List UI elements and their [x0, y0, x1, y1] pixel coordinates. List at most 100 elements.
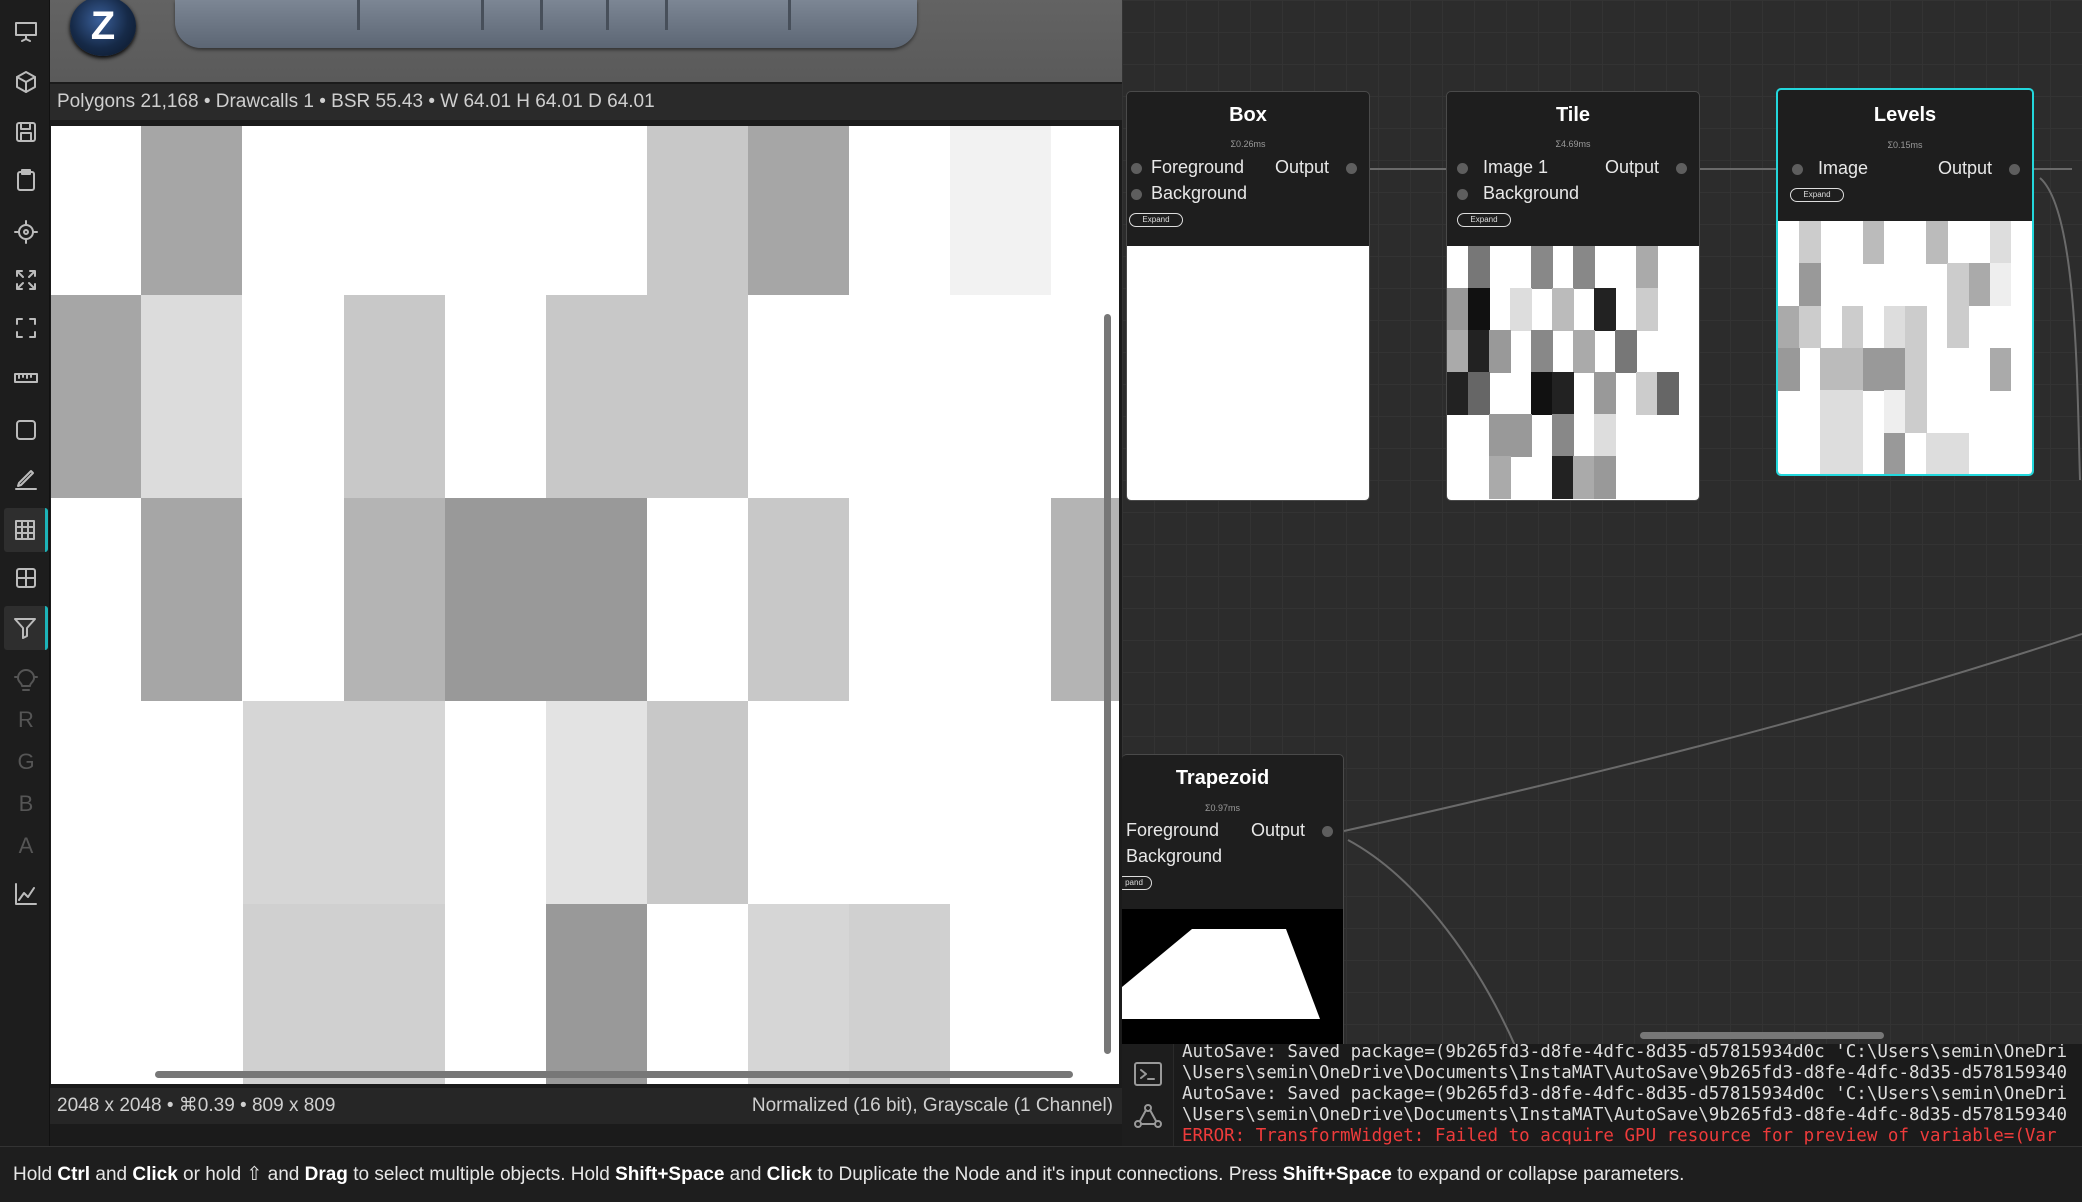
- texture-preview[interactable]: [51, 126, 1119, 1084]
- preview-cell: [1883, 348, 1906, 391]
- mesh-info-bar: Polygons 21,168 • Drawcalls 1 • BSR 55.4…: [50, 84, 1122, 120]
- preview-cell: [1799, 305, 1821, 349]
- connection-trapezoid-right: [1343, 633, 2082, 832]
- texture-horizontal-scrollbar[interactable]: [155, 1071, 1073, 1078]
- pen-tool-button[interactable]: [4, 456, 48, 500]
- preview-cell: [1947, 432, 1969, 474]
- texture-cell: [849, 904, 950, 1084]
- save-tool-button[interactable]: [4, 110, 48, 154]
- node-timing: Σ0.15ms: [1887, 140, 1923, 150]
- preview-cell: [1468, 246, 1490, 289]
- crosshair-tool-button[interactable]: [4, 210, 48, 254]
- texture-resolution-info: 2048 x 2048 • ⌘0.39 • 809 x 809: [57, 1095, 336, 1116]
- output-port[interactable]: [2009, 164, 2020, 175]
- preview-cell: [1615, 330, 1637, 373]
- preview-cell: [1573, 330, 1595, 373]
- texture-vertical-scrollbar[interactable]: [1104, 314, 1111, 1054]
- trapezoid-shape: [1122, 929, 1320, 1019]
- preview-cell: [1905, 305, 1927, 349]
- 3d-viewport[interactable]: Z: [50, 0, 1122, 82]
- node-graph-canvas[interactable]: Box Σ0.26ms Foreground Background Output…: [1122, 0, 2082, 1146]
- preview-cell: [1468, 372, 1490, 415]
- preview-cell: [1573, 246, 1595, 289]
- expand-button[interactable]: Expand: [1790, 188, 1844, 202]
- input-port-image-1[interactable]: [1457, 163, 1468, 174]
- expand-button[interactable]: Expand: [1457, 213, 1511, 227]
- crosshair-icon: [14, 220, 38, 244]
- fit-frame-tool-button[interactable]: [4, 306, 48, 350]
- channel-g-toggle[interactable]: G: [4, 742, 48, 782]
- app-logo: Z: [70, 0, 136, 56]
- presentation-tool-button[interactable]: [4, 10, 48, 54]
- status-text-segment: Hold: [13, 1164, 58, 1185]
- node-trapezoid[interactable]: Trapezoid Σ0.97ms Foreground Background …: [1122, 754, 1344, 1054]
- node-box[interactable]: Box Σ0.26ms Foreground Background Output…: [1126, 91, 1370, 501]
- preview-cell: [1926, 432, 1948, 474]
- status-text-segment: Ctrl: [57, 1164, 91, 1185]
- checkerboard-icon: [14, 520, 35, 540]
- channel-r-toggle[interactable]: R: [4, 700, 48, 740]
- output-port[interactable]: [1676, 163, 1687, 174]
- preview-cell: [1552, 456, 1574, 499]
- lightbulb-icon: [14, 669, 38, 691]
- lightbulb-tool-button[interactable]: [4, 660, 48, 704]
- checkerboard-tool-button[interactable]: [4, 508, 48, 552]
- connection-levels-down: [2039, 177, 2081, 481]
- expand-button[interactable]: pand: [1122, 876, 1152, 890]
- preview-cell: [1799, 263, 1821, 307]
- filter-icon: [13, 618, 36, 639]
- expand-button[interactable]: Expand: [1129, 213, 1183, 227]
- cube-icon: [16, 71, 36, 93]
- texture-cell: [243, 701, 344, 904]
- app-window: RGBA Z Polygons 21,168 • Drawcalls 1 • B…: [0, 0, 2082, 1202]
- preview-cell: [1552, 288, 1574, 331]
- node-tile[interactable]: Tile Σ4.69ms Image 1 Background Output E…: [1446, 91, 1700, 501]
- chart-tool-button[interactable]: [4, 872, 48, 916]
- node-title: Tile: [1555, 104, 1591, 126]
- preview-cell: [1883, 305, 1906, 349]
- console-log-line: \Users\semin\OneDrive\Documents\InstaMAT…: [1182, 1063, 2068, 1083]
- grid-icon: [16, 568, 36, 588]
- graph-horizontal-scrollbar[interactable]: [1640, 1032, 1884, 1039]
- preview-cell: [1636, 288, 1658, 331]
- console-log-line: AutoSave: Saved package=(9b265fd3-d8fe-4…: [1182, 1084, 2068, 1104]
- channel-a-toggle[interactable]: A: [4, 826, 48, 866]
- preview-cell: [1531, 330, 1553, 373]
- input-port-foreground[interactable]: [1131, 163, 1142, 174]
- preview-cell: [1657, 372, 1679, 415]
- node-preview-tile: [1447, 246, 1699, 500]
- preview-cell: [1989, 221, 2012, 264]
- preview-cell: [1947, 263, 1969, 307]
- input-port-background[interactable]: [1131, 189, 1142, 200]
- preview-cell: [1489, 456, 1511, 499]
- preview-cell: [1968, 263, 1991, 307]
- input-port-image[interactable]: [1792, 164, 1803, 175]
- output-port[interactable]: [1346, 163, 1357, 174]
- output-label: Output: [1250, 820, 1305, 840]
- preview-cell: [1510, 414, 1532, 457]
- status-text-segment: to Duplicate the Node and it's input con…: [812, 1164, 1283, 1185]
- status-text-segment: Click: [766, 1164, 813, 1185]
- texture-cell: [243, 904, 344, 1084]
- square-tool-button[interactable]: [4, 408, 48, 452]
- ruler-tool-button[interactable]: [4, 356, 48, 400]
- console-error-line: ERROR: TransformWidget: Failed to acquir…: [1182, 1126, 2057, 1146]
- status-text-segment: or hold ⇧ and: [177, 1164, 305, 1185]
- expand-arrows-tool-button[interactable]: [4, 258, 48, 302]
- node-levels[interactable]: Levels Σ0.15ms Image Output Expand: [1776, 88, 2034, 476]
- input-label-background: Background: [1483, 183, 1580, 203]
- preview-cell: [1447, 372, 1469, 415]
- output-port[interactable]: [1322, 826, 1333, 837]
- input-label-foreground: Foreground: [1126, 820, 1220, 840]
- preview-cell: [1778, 305, 1800, 349]
- node-title: Box: [1229, 104, 1267, 126]
- filter-tool-button[interactable]: [4, 606, 48, 650]
- clipboard-tool-button[interactable]: [4, 158, 48, 202]
- channel-b-toggle[interactable]: B: [4, 784, 48, 824]
- grid-tool-button[interactable]: [4, 556, 48, 600]
- input-port-background[interactable]: [1457, 189, 1468, 200]
- console-log-line: \Users\semin\OneDrive\Documents\InstaMAT…: [1182, 1105, 2068, 1125]
- cube-tool-button[interactable]: [4, 60, 48, 104]
- texture-format-info: Normalized (16 bit), Grayscale (1 Channe…: [751, 1095, 1113, 1116]
- texture-cell: [546, 701, 647, 904]
